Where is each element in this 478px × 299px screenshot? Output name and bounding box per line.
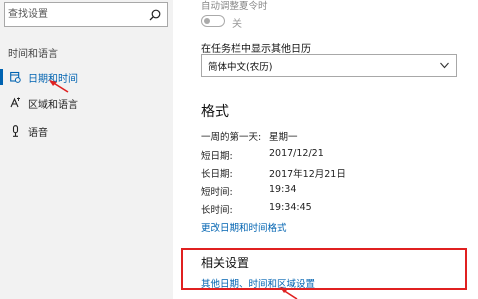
long-date-value: 2017年12月21日 (269, 169, 346, 180)
sidebar: 时间和语言 日期和时间 区域和语言 语音 (0, 0, 173, 299)
toggle-knob (204, 17, 210, 24)
search-input[interactable] (8, 6, 148, 23)
annotation-arrow-icon (280, 287, 298, 299)
short-time-value: 19:34 (269, 184, 297, 195)
search-icon[interactable] (149, 9, 161, 21)
auto-timezone-label: 自动调整夏令时 (201, 1, 268, 12)
format-heading: 格式 (201, 104, 229, 120)
chevron-down-icon (440, 62, 449, 69)
short-date-value: 2017/12/21 (269, 148, 324, 159)
change-format-link[interactable]: 更改日期和时间格式 (201, 220, 287, 234)
calendar-clock-icon (10, 71, 21, 83)
main-content: 自动调整夏令时 关 在任务栏中显示其他日历 简体中文(农历) 格式 一周的第一天… (173, 0, 478, 299)
short-time-label: 短时间: (201, 187, 233, 198)
toggle-state-label: 关 (232, 19, 242, 30)
short-date-label: 短日期: (201, 151, 233, 162)
taskbar-calendar-label: 在任务栏中显示其他日历 (201, 44, 311, 55)
sidebar-item-label: 区域和语言 (28, 100, 78, 111)
region-language-icon (10, 97, 20, 108)
sidebar-item-speech[interactable]: 语音 (0, 120, 173, 142)
calendar-select-value: 简体中文(农历) (208, 62, 273, 73)
sidebar-section-title: 时间和语言 (8, 49, 58, 60)
first-day-label: 一周的第一天: (201, 132, 262, 143)
long-date-label: 长日期: (201, 169, 233, 180)
sidebar-item-label: 语音 (28, 128, 48, 139)
first-day-value: 星期一 (269, 132, 298, 143)
related-settings-heading: 相关设置 (201, 256, 250, 270)
auto-timezone-toggle[interactable] (201, 15, 225, 27)
search-box[interactable] (4, 2, 168, 27)
sidebar-item-region-language[interactable]: 区域和语言 (0, 92, 173, 114)
long-time-value: 19:34:45 (269, 202, 312, 213)
microphone-icon (12, 125, 19, 137)
selection-indicator (0, 69, 3, 85)
calendar-select[interactable]: 简体中文(农历) (201, 54, 457, 77)
long-time-label: 长时间: (201, 205, 233, 216)
sidebar-item-date-time[interactable]: 日期和时间 (0, 66, 173, 88)
